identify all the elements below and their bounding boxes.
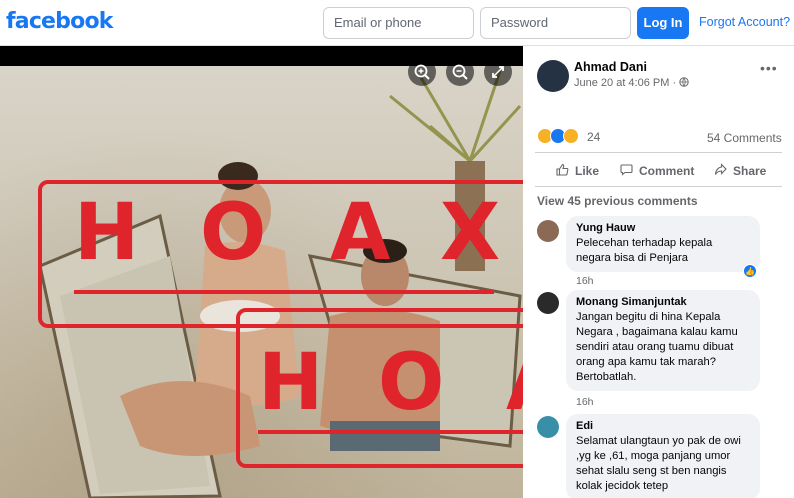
hoax-stamp-1-underline <box>74 290 494 294</box>
thumbs-up-icon <box>556 163 569 179</box>
comment-text: Pelecehan terhadap kepala negara bisa di… <box>576 237 713 264</box>
comment-bubble: Yung Hauw Pelecehan terhadap kepala nega… <box>566 216 760 272</box>
comment-text: Jangan begitu di hina Kepala Negara , ba… <box>576 311 738 383</box>
share-label: Share <box>733 164 767 178</box>
hoax-stamp-2-letter-o: O <box>378 338 445 428</box>
like-button[interactable]: Like <box>556 163 599 179</box>
expand-icon[interactable] <box>484 58 512 86</box>
sad-reaction-icon <box>563 128 579 144</box>
hoax-stamp-1-letter-h: H <box>74 188 140 278</box>
comment-button[interactable]: Comment <box>620 163 694 179</box>
comment-time[interactable]: 16h <box>576 275 594 287</box>
hoax-stamp-2-letter-h: H <box>258 338 324 428</box>
comment-bubble: Edi Selamat ulangtaun yo pak de owi ,yg … <box>566 414 760 498</box>
commenter-avatar[interactable] <box>537 220 559 242</box>
more-options-icon[interactable]: ••• <box>760 60 778 76</box>
share-icon <box>714 163 727 179</box>
facebook-logo[interactable]: facebook <box>6 9 113 34</box>
comment-bubble: Monang Simanjuntak Jangan begitu di hina… <box>566 290 760 391</box>
commenter-name[interactable]: Edi <box>576 420 750 432</box>
email-field[interactable]: Email or phone <box>323 7 474 39</box>
zoom-in-icon[interactable] <box>408 58 436 86</box>
share-button[interactable]: Share <box>714 163 766 179</box>
post-date[interactable]: June 20 at 4:06 PM <box>574 77 669 89</box>
password-field[interactable]: Password <box>480 7 631 39</box>
author-name[interactable]: Ahmad Dani <box>574 60 647 74</box>
hoax-stamp-1-letter-o: O <box>200 188 267 278</box>
post-date-line: June 20 at 4:06 PM · <box>574 77 689 90</box>
commenter-name[interactable]: Monang Simanjuntak <box>576 296 750 308</box>
hoax-stamp-2-letter-a: A <box>506 338 523 428</box>
reaction-count[interactable]: 24 <box>587 130 600 144</box>
hoax-stamp-2-underline <box>258 430 523 434</box>
post-details-panel: Ahmad Dani June 20 at 4:06 PM · ••• 24 5… <box>523 46 794 498</box>
date-separator: · <box>672 77 677 89</box>
like-label: Like <box>575 164 600 178</box>
author-avatar[interactable] <box>537 60 569 92</box>
comment-label: Comment <box>639 164 695 178</box>
post-photo[interactable]: H O A X H O A X <box>0 46 523 498</box>
comment-time[interactable]: 16h <box>576 396 594 408</box>
commenter-avatar[interactable] <box>537 292 559 314</box>
comment-text: Selamat ulangtaun yo pak de owi ,yg ke ,… <box>576 435 741 492</box>
login-button[interactable]: Log In <box>637 7 689 39</box>
zoom-out-icon[interactable] <box>446 58 474 86</box>
forgot-account-link[interactable]: Forgot Account? <box>699 15 790 29</box>
commenter-name[interactable]: Yung Hauw <box>576 222 750 234</box>
hoax-stamp-1-letter-x: X <box>440 188 501 278</box>
comment-like-badge-icon[interactable]: 👍 <box>743 264 757 278</box>
commenter-avatar[interactable] <box>537 416 559 438</box>
divider <box>535 152 782 153</box>
view-previous-comments-link[interactable]: View 45 previous comments <box>537 194 698 208</box>
globe-icon <box>679 77 689 90</box>
hoax-stamp-1-letter-a: A <box>330 188 391 278</box>
comment-icon <box>620 163 633 179</box>
top-bar: facebook Email or phone Password Log In … <box>0 0 794 46</box>
divider <box>535 186 782 187</box>
comment-count[interactable]: 54 Comments <box>707 131 782 145</box>
